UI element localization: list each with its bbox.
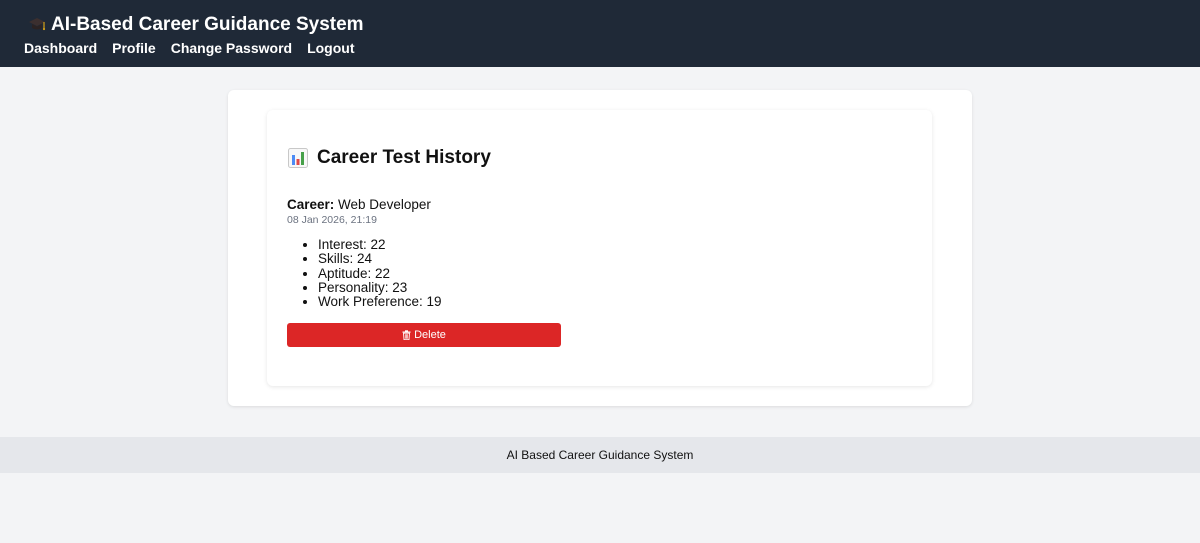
graduation-cap-icon	[28, 15, 46, 35]
score-list: Interest: 22 Skills: 24 Aptitude: 22 Per…	[318, 237, 442, 309]
nav-logout-link[interactable]: Logout	[307, 40, 354, 56]
top-navbar: AI-Based Career Guidance System Dashboar…	[0, 0, 1200, 67]
delete-button-label: Delete	[414, 329, 446, 341]
history-card: Career Test History Career: Web Develope…	[267, 110, 932, 386]
score-aptitude: Aptitude: 22	[318, 266, 442, 281]
content-container: Career Test History Career: Web Develope…	[228, 90, 972, 406]
main-nav: Dashboard Profile Change Password Logout	[24, 40, 370, 56]
delete-button[interactable]: Delete	[287, 323, 561, 347]
page-title: Career Test History	[288, 147, 491, 169]
career-label: Career:	[287, 197, 335, 212]
career-result: Career: Web Developer	[287, 197, 431, 212]
score-skills: Skills: 24	[318, 251, 442, 266]
test-timestamp: 08 Jan 2026, 21:19	[287, 214, 377, 226]
trash-icon	[402, 330, 411, 340]
app-brand[interactable]: AI-Based Career Guidance System	[28, 14, 364, 36]
page-title-text: Career Test History	[317, 147, 491, 168]
score-personality: Personality: 23	[318, 280, 442, 295]
nav-dashboard-link[interactable]: Dashboard	[24, 40, 97, 56]
score-interest: Interest: 22	[318, 237, 442, 252]
nav-change-password-link[interactable]: Change Password	[171, 40, 292, 56]
app-title: AI-Based Career Guidance System	[51, 14, 364, 35]
footer-text: AI Based Career Guidance System	[506, 448, 694, 462]
nav-profile-link[interactable]: Profile	[112, 40, 156, 56]
score-work-preference: Work Preference: 19	[318, 294, 442, 309]
page-footer: AI Based Career Guidance System	[0, 437, 1200, 473]
bar-chart-icon	[288, 148, 308, 168]
career-value: Web Developer	[338, 197, 431, 212]
